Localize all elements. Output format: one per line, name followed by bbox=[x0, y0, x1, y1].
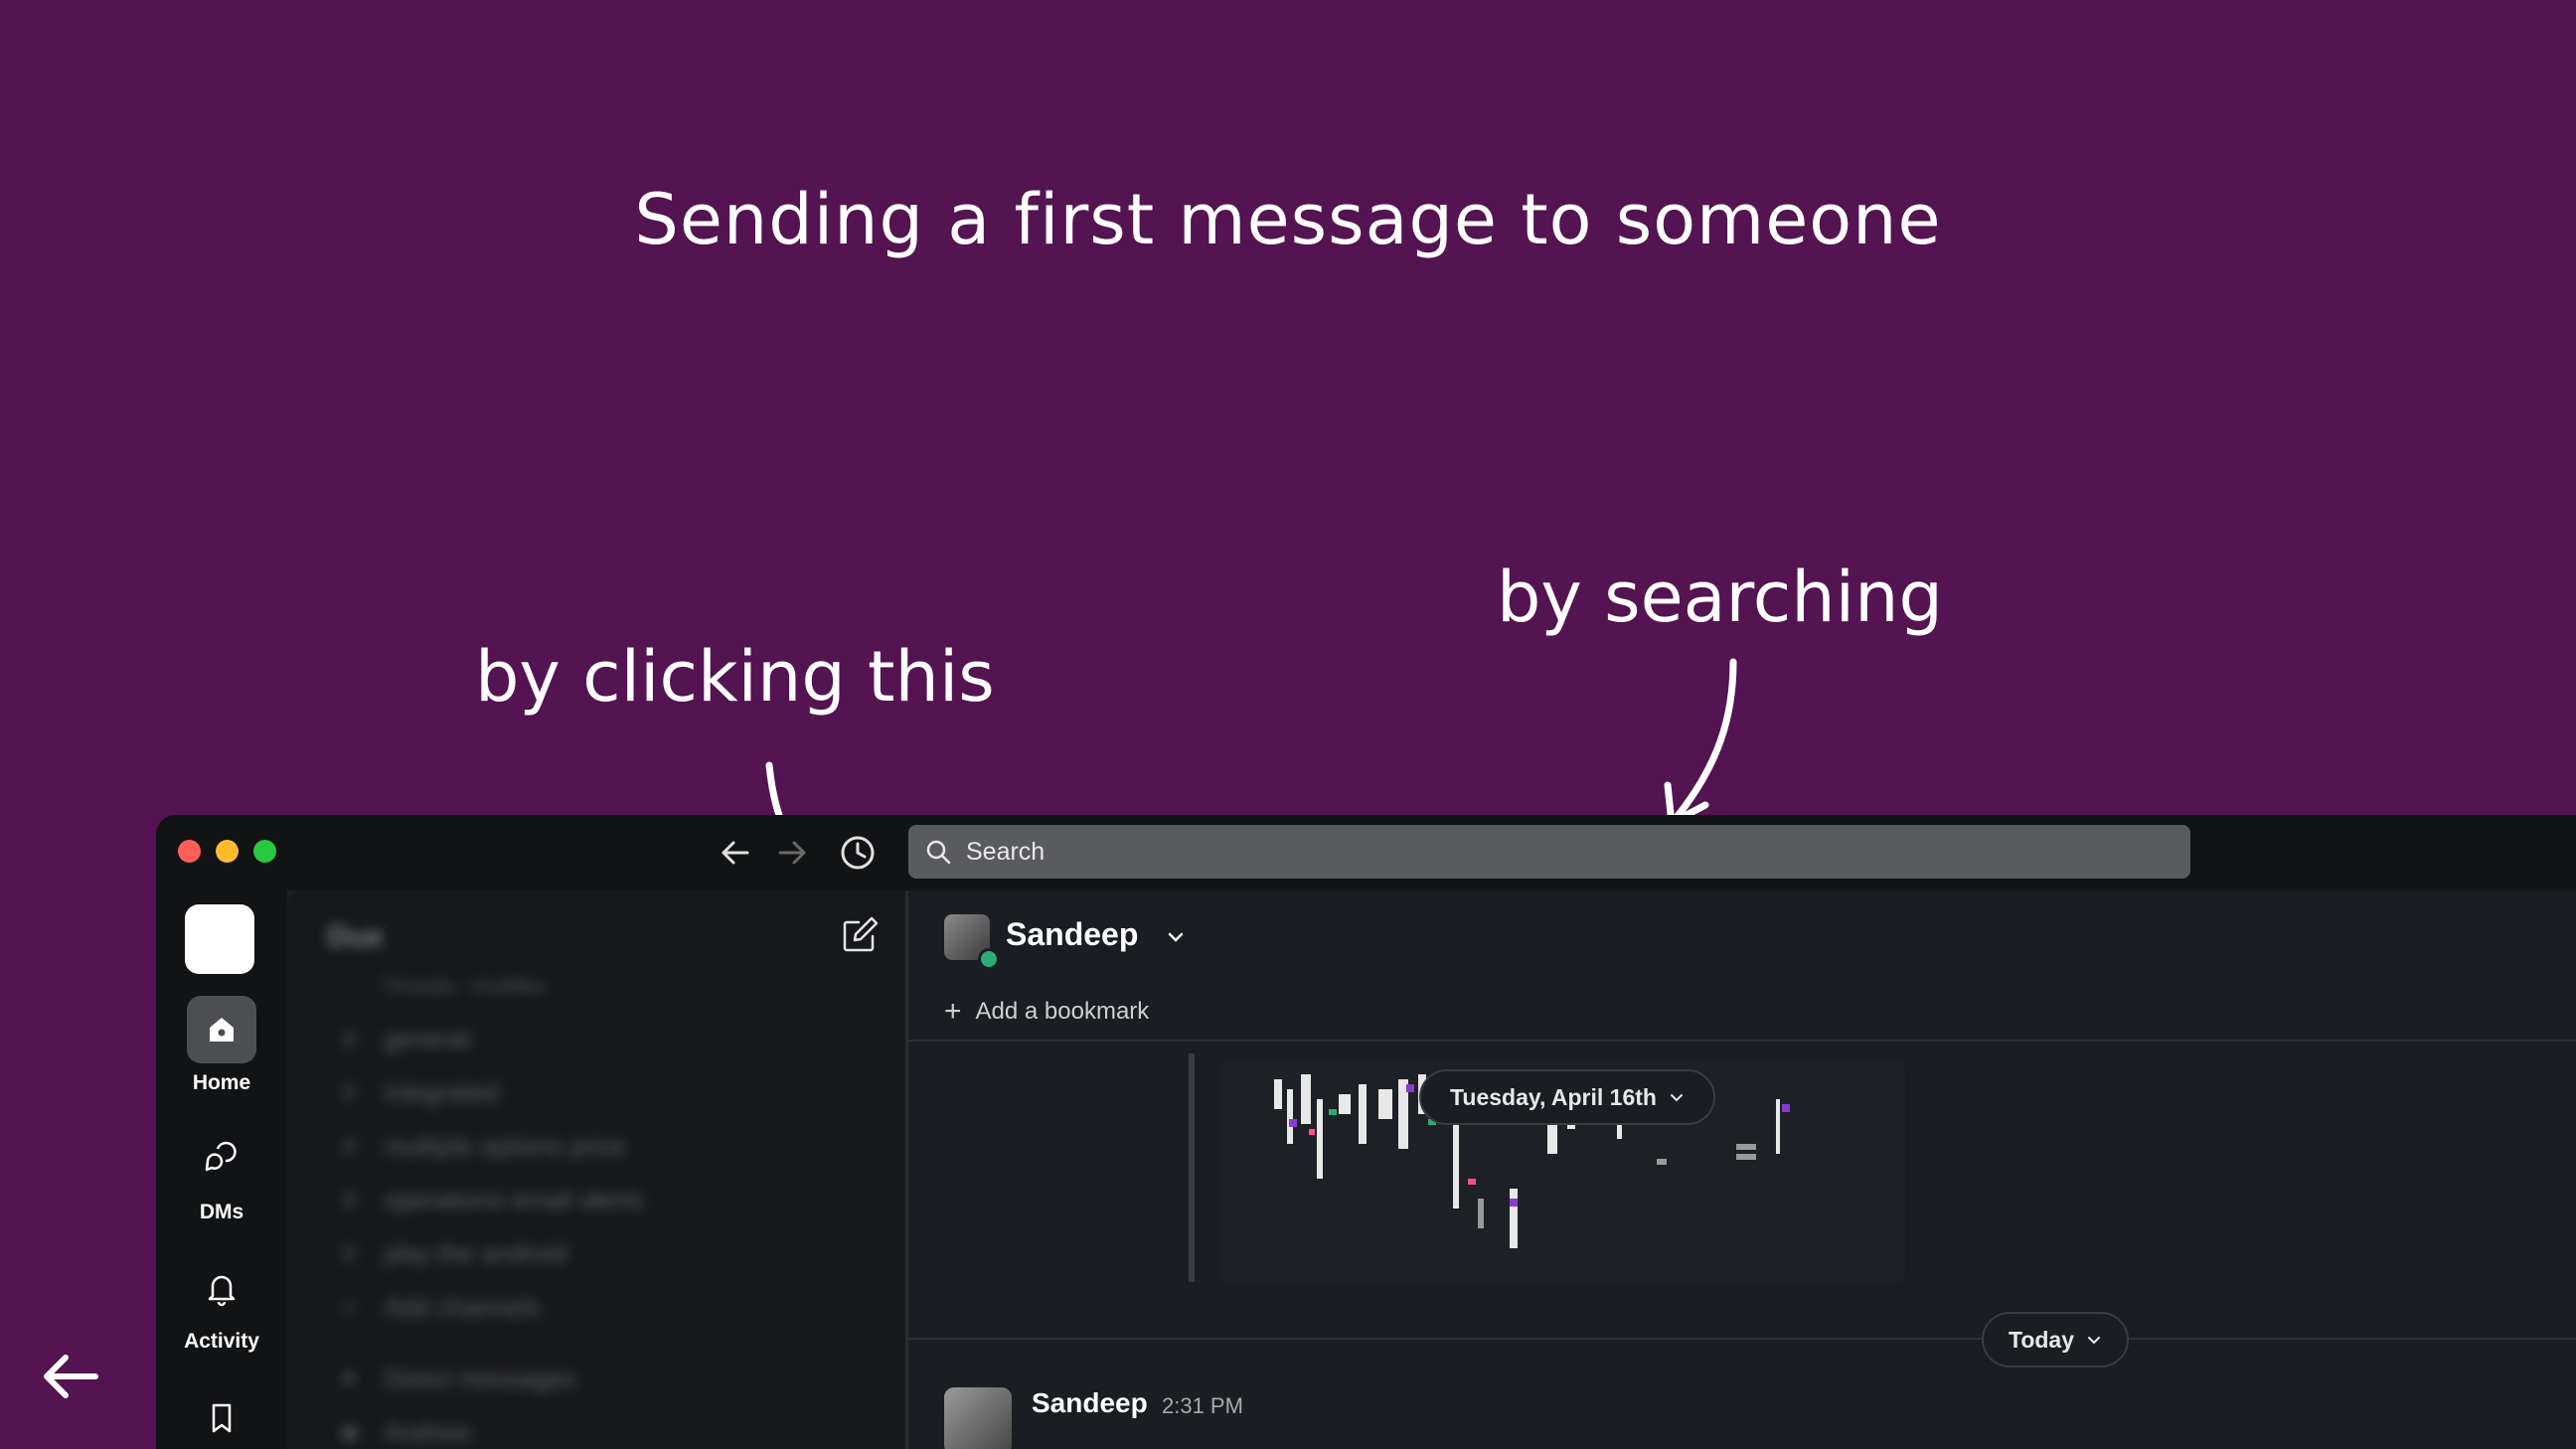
search-icon bbox=[926, 840, 951, 865]
add-bookmark-label: Add a bookmark bbox=[975, 998, 1150, 1025]
workspace-logo[interactable] bbox=[185, 904, 254, 974]
sidebar-section-dms[interactable]: ▾ Direct messages bbox=[342, 1364, 576, 1394]
home-icon bbox=[210, 1018, 234, 1042]
today-divider-line bbox=[908, 1338, 2576, 1340]
attachment-quote-bar bbox=[1189, 1053, 1195, 1282]
minimize-window-button[interactable] bbox=[216, 840, 239, 863]
plus-icon: + bbox=[944, 995, 962, 1028]
history-clock-icon[interactable] bbox=[838, 833, 878, 873]
conversation-name[interactable]: Sandeep bbox=[1006, 916, 1138, 953]
search-bar[interactable]: Search bbox=[908, 825, 2190, 879]
rail-item-later[interactable] bbox=[156, 1383, 287, 1449]
chevron-down-icon bbox=[1670, 1094, 1683, 1102]
chevron-down-icon bbox=[2088, 1337, 2101, 1345]
annotation-arrow-search bbox=[1664, 658, 1737, 827]
date-divider-label: Tuesday, April 16th bbox=[1450, 1083, 1657, 1110]
annotation-clicking: by clicking this bbox=[475, 636, 995, 718]
app-rail: Home DMs Activity bbox=[156, 890, 287, 1449]
slack-window: Search Home DMs Activity Due Threads · H… bbox=[156, 815, 2576, 1449]
annotation-searching: by searching bbox=[1497, 557, 1943, 638]
rail-label-activity: Activity bbox=[184, 1330, 259, 1353]
presence-dot bbox=[978, 948, 1000, 970]
channel-sidebar: Due Threads · Huddles # general # integrat… bbox=[287, 890, 905, 1449]
chevron-down-icon[interactable] bbox=[1165, 926, 1187, 948]
close-window-button[interactable] bbox=[178, 840, 201, 863]
date-divider-button[interactable]: Tuesday, April 16th bbox=[1419, 1069, 1715, 1125]
sidebar-add-channels[interactable]: + Add channels bbox=[342, 1292, 541, 1323]
sidebar-subtitle: Threads · Huddles bbox=[382, 976, 546, 998]
message-avatar[interactable] bbox=[944, 1387, 1012, 1449]
dms-icon bbox=[205, 1141, 237, 1172]
rail-label-dms: DMs bbox=[199, 1201, 244, 1223]
sidebar-channel[interactable]: # general bbox=[342, 1024, 470, 1054]
slide-title: Sending a first message to someone bbox=[634, 179, 1942, 260]
channel-header: Sandeep + Add a bookmark bbox=[908, 890, 2576, 1042]
rail-item-home[interactable]: Home bbox=[156, 996, 287, 1095]
rail-item-activity[interactable]: Activity bbox=[156, 1254, 287, 1354]
message-timestamp[interactable]: 2:31 PM bbox=[1162, 1393, 1243, 1419]
back-arrow-icon[interactable] bbox=[716, 833, 755, 873]
rail-item-dms[interactable]: DMs bbox=[156, 1125, 287, 1224]
sidebar-channel[interactable]: # multiple options price bbox=[342, 1131, 626, 1162]
zoom-window-button[interactable] bbox=[253, 840, 276, 863]
sidebar-dm-item[interactable]: ■ Andrew bbox=[342, 1417, 471, 1448]
add-bookmark-button[interactable]: + Add a bookmark bbox=[944, 995, 1150, 1028]
today-divider-button[interactable]: Today bbox=[1982, 1312, 2129, 1368]
previous-slide-arrow[interactable] bbox=[40, 1352, 99, 1401]
conversation-pane: Sandeep + Add a bookmark Tuesday, April … bbox=[908, 890, 2576, 1449]
bookmark-icon bbox=[212, 1403, 232, 1433]
title-bar: Search bbox=[156, 815, 2576, 890]
sidebar-channel[interactable]: # operations email alerts bbox=[342, 1185, 644, 1215]
search-placeholder: Search bbox=[966, 837, 1046, 866]
message-author[interactable]: Sandeep bbox=[1032, 1387, 1148, 1419]
bell-icon bbox=[208, 1275, 236, 1307]
compose-icon[interactable] bbox=[839, 912, 883, 956]
workspace-name[interactable]: Due bbox=[327, 920, 384, 954]
sidebar-channel[interactable]: # play the android bbox=[342, 1238, 567, 1269]
sidebar-channel[interactable]: # integrated bbox=[342, 1077, 499, 1108]
today-divider-label: Today bbox=[2008, 1326, 2075, 1353]
forward-arrow-icon[interactable] bbox=[772, 833, 812, 873]
rail-label-home: Home bbox=[192, 1071, 251, 1094]
